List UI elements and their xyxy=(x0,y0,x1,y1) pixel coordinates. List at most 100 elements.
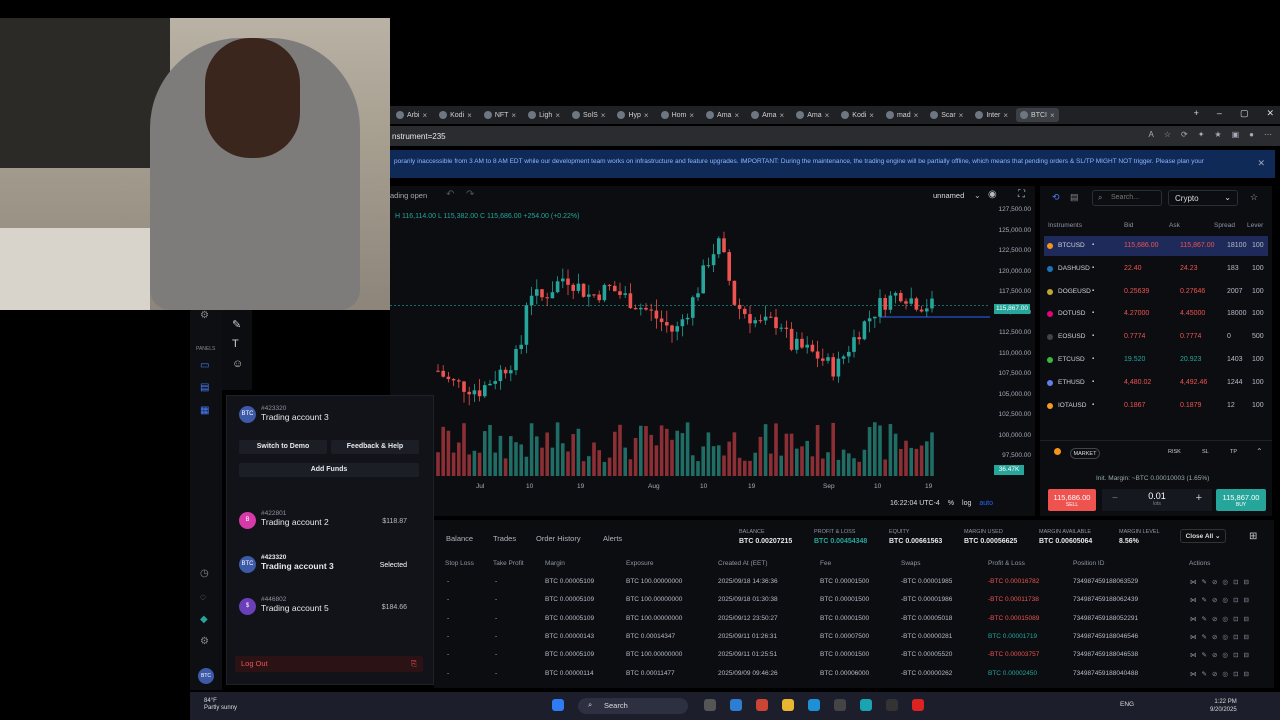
panel-trade-icon[interactable]: ▤ xyxy=(200,382,209,393)
close-icon[interactable]: × xyxy=(601,111,606,120)
table-row[interactable]: - - BTC 0.00005109 BTC 100.00000000 2025/09/… xyxy=(434,591,1274,609)
sell-button[interactable]: 115,686.00 SELL xyxy=(1048,489,1096,511)
favorites-icon[interactable]: ★ xyxy=(1214,130,1221,139)
weather-widget[interactable]: 84°F Partly sunny xyxy=(204,698,237,712)
browser-tab[interactable]: Ligh × xyxy=(524,108,564,122)
redo-icon[interactable]: ↷ xyxy=(466,189,474,200)
instrument-row[interactable]: ETHUSD ▪ 4,480.02 4,492.46 1244 100 xyxy=(1044,373,1268,393)
instrument-row[interactable]: DOTUSD ▪ 4.27000 4.45000 18000 100 xyxy=(1044,304,1268,324)
layout-name[interactable]: unnamed xyxy=(933,191,964,200)
close-icon[interactable]: × xyxy=(959,111,964,120)
close-icon[interactable]: × xyxy=(422,111,427,120)
maximize-icon[interactable]: ▢ xyxy=(1240,108,1249,119)
browser-tab[interactable]: BTCI × xyxy=(1016,108,1059,122)
close-icon[interactable]: × xyxy=(511,111,516,120)
market-toggle[interactable]: MARKET xyxy=(1070,448,1100,459)
close-window-icon[interactable]: ✕ xyxy=(1266,108,1274,119)
close-icon[interactable]: × xyxy=(555,111,560,120)
browser-tab[interactable]: Ama × xyxy=(747,108,788,122)
buy-button[interactable]: 115,867.00 BUY xyxy=(1216,489,1266,511)
chevron-down-icon[interactable]: ⌄ xyxy=(974,191,981,200)
close-icon[interactable]: × xyxy=(780,111,785,120)
grid-icon[interactable]: ⊞ xyxy=(1249,531,1257,542)
undo-icon[interactable]: ↶ xyxy=(446,189,454,200)
taskbar-search[interactable]: ⌕ Search xyxy=(578,698,688,714)
calendar-icon[interactable]: ◷ xyxy=(200,568,209,579)
refresh-icon[interactable]: ⟳ xyxy=(1181,130,1188,139)
sl-tab[interactable]: SL xyxy=(1202,449,1209,455)
browser-tab[interactable]: Kodi × xyxy=(435,108,476,122)
category-select[interactable]: Crypto ⌄ xyxy=(1168,190,1238,206)
profile-icon[interactable]: ● xyxy=(1249,130,1254,139)
minus-icon[interactable]: − xyxy=(1112,493,1118,504)
panel-chart-icon[interactable]: ▭ xyxy=(200,360,209,371)
copilot-icon[interactable] xyxy=(756,699,768,711)
browser-tab[interactable]: Ama × xyxy=(792,108,833,122)
split-icon[interactable]: ▣ xyxy=(1232,130,1240,139)
table-row[interactable]: - - BTC 0.00005109 BTC 100.00000000 2025/09/… xyxy=(434,573,1274,591)
list-icon[interactable]: ▤ xyxy=(1070,192,1079,203)
chat-icon[interactable]: ◌ xyxy=(200,592,206,603)
percent-toggle[interactable]: % xyxy=(948,500,954,507)
menu-icon[interactable]: ⋯ xyxy=(1264,130,1272,139)
time-axis[interactable]: Jul 10 19 Aug 10 19 Sep 10 19 xyxy=(390,483,990,495)
log-toggle[interactable]: log xyxy=(962,500,971,507)
browser-tab[interactable]: Hyp × xyxy=(613,108,652,122)
close-icon[interactable]: × xyxy=(467,111,472,120)
browser-tab[interactable]: Ama × xyxy=(702,108,743,122)
account-row[interactable]: B #422801 Trading account 2 $118.87 xyxy=(227,504,423,544)
browser-tab[interactable]: NFT × xyxy=(480,108,520,122)
browser-tab[interactable]: Hom × xyxy=(657,108,698,122)
row-actions-icon[interactable]: ⋈✎⊘◎⊡⊟ xyxy=(1190,615,1254,623)
clock[interactable]: 1:22 PM 9/20/2025 xyxy=(1210,698,1237,714)
steam-icon[interactable] xyxy=(886,699,898,711)
plus-icon[interactable]: + xyxy=(1196,492,1202,504)
address-text[interactable]: nstrument=235 xyxy=(392,132,446,141)
table-row[interactable]: - - BTC 0.00005109 BTC 100.00000000 2025/09/… xyxy=(434,646,1274,664)
row-actions-icon[interactable]: ⋈✎⊘◎⊡⊟ xyxy=(1190,670,1254,678)
browser-tab[interactable]: Arbi × xyxy=(392,108,431,122)
lot-stepper[interactable]: − 0.01 lots + xyxy=(1102,489,1212,511)
price-axis[interactable]: 127,500.00 125,000.00 122,500.00 120,000.00… xyxy=(990,204,1035,484)
new-tab-icon[interactable]: + xyxy=(1194,108,1199,119)
edge-beta-icon[interactable] xyxy=(860,699,872,711)
close-icon[interactable]: × xyxy=(1050,111,1055,120)
instrument-row[interactable]: BTCUSD ▪ 115,686.00 115,867.00 18100 100 xyxy=(1044,236,1268,256)
close-icon[interactable]: × xyxy=(689,111,694,120)
close-icon[interactable]: × xyxy=(914,111,919,120)
logout-button[interactable]: Log Out ⎘ xyxy=(235,656,423,672)
close-icon[interactable]: ✕ xyxy=(1257,158,1265,169)
chevron-up-icon[interactable]: ⌃ xyxy=(1256,447,1263,456)
explorer-icon[interactable] xyxy=(782,699,794,711)
close-icon[interactable]: × xyxy=(734,111,739,120)
table-row[interactable]: - - BTC 0.00000143 BTC 0.00014347 2025/09/11… xyxy=(434,628,1274,646)
add-funds-button[interactable]: Add Funds xyxy=(239,463,419,477)
tab-trades[interactable]: Trades xyxy=(493,534,516,543)
record-icon[interactable] xyxy=(912,699,924,711)
instrument-row[interactable]: IOTAUSD ▪ 0.1867 0.1879 12 100 xyxy=(1044,396,1268,416)
row-actions-icon[interactable]: ⋈✎⊘◎⊡⊟ xyxy=(1190,596,1254,604)
settings-small-icon[interactable]: ⚙ xyxy=(200,310,209,321)
emoji-icon[interactable]: ☺ xyxy=(232,358,243,370)
instrument-row[interactable]: DOGEUSD ▪ 0.25639 0.27646 2007 100 xyxy=(1044,282,1268,302)
start-icon[interactable] xyxy=(552,699,564,711)
close-icon[interactable]: × xyxy=(644,111,649,120)
camera-icon[interactable]: ◉ xyxy=(988,189,997,200)
taskview-icon[interactable] xyxy=(704,699,716,711)
table-row[interactable]: - - BTC 0.00005109 BTC 100.00000000 2025/09/… xyxy=(434,610,1274,628)
instrument-search-input[interactable]: ⌕ Search... xyxy=(1092,190,1162,206)
star-icon[interactable]: ☆ xyxy=(1164,130,1171,139)
risk-tab[interactable]: RISK xyxy=(1168,449,1181,455)
switch-demo-button[interactable]: Switch to Demo xyxy=(239,440,327,454)
sync-icon[interactable]: ⟲ xyxy=(1052,192,1060,203)
text-tool-icon[interactable]: T xyxy=(232,338,239,350)
minimize-icon[interactable]: – xyxy=(1217,108,1222,119)
account-row[interactable]: BTC #423320 Trading account 3 Selected xyxy=(227,548,423,588)
browser-tab[interactable]: Kodi × xyxy=(837,108,878,122)
candlestick-chart[interactable] xyxy=(390,186,990,486)
tab-order-history[interactable]: Order History xyxy=(536,534,581,543)
edge-icon[interactable] xyxy=(808,699,820,711)
row-actions-icon[interactable]: ⋈✎⊘◎⊡⊟ xyxy=(1190,633,1254,641)
browser-tab[interactable]: Inter × xyxy=(971,108,1012,122)
translate-icon[interactable]: A xyxy=(1149,130,1154,139)
